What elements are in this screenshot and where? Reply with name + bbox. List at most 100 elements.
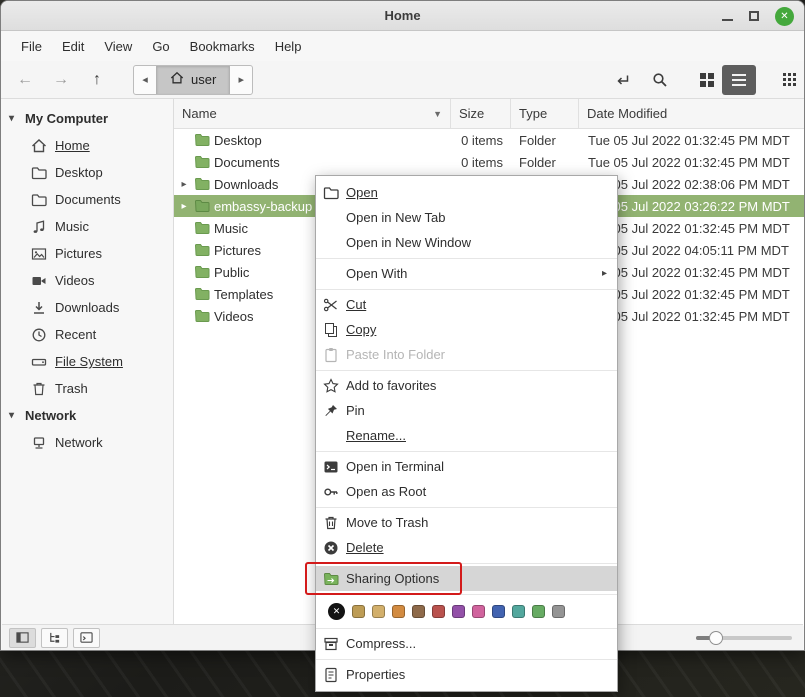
menu-help[interactable]: Help bbox=[265, 34, 312, 59]
section-expander-icon[interactable]: ▾ bbox=[9, 410, 19, 421]
sidebar-item-music[interactable]: Music bbox=[1, 213, 173, 240]
folder-color-swatch[interactable] bbox=[512, 605, 525, 618]
column-header-size[interactable]: Size bbox=[451, 99, 511, 128]
sidebar-item-label: Network bbox=[55, 435, 103, 450]
menu-item-open-with[interactable]: Open With ▸ bbox=[316, 261, 617, 286]
menu-bookmarks[interactable]: Bookmarks bbox=[180, 34, 265, 59]
section-expander-icon[interactable]: ▾ bbox=[9, 113, 19, 124]
sidebar-item-network[interactable]: Network bbox=[1, 429, 173, 456]
menu-item-label: Open in New Window bbox=[346, 235, 471, 250]
back-button[interactable]: ← bbox=[9, 65, 41, 95]
file-name: Downloads bbox=[214, 177, 278, 192]
menu-item-open-in-terminal[interactable]: Open in Terminal bbox=[316, 454, 617, 479]
file-row-documents[interactable]: Documents 0 items Folder Tue 05 Jul 2022… bbox=[174, 151, 804, 173]
path-scroll-left-button[interactable]: ◂ bbox=[134, 66, 156, 94]
sidebar-item-videos[interactable]: Videos bbox=[1, 267, 173, 294]
sidebar-item-home[interactable]: Home bbox=[1, 132, 173, 159]
sidebar-item-label: Desktop bbox=[55, 165, 103, 180]
menu-item-rename[interactable]: Rename... bbox=[316, 423, 617, 448]
menu-item-copy[interactable]: Copy bbox=[316, 317, 617, 342]
section-label: My Computer bbox=[25, 111, 108, 126]
menu-view[interactable]: View bbox=[94, 34, 142, 59]
sidebar-section-my-computer[interactable]: ▾ My Computer bbox=[1, 105, 173, 132]
pin-icon bbox=[323, 403, 339, 419]
menu-separator bbox=[316, 594, 617, 595]
compact-view-button[interactable] bbox=[762, 65, 796, 95]
folder-color-swatch[interactable] bbox=[452, 605, 465, 618]
menu-item-open-in-new-window[interactable]: Open in New Window bbox=[316, 230, 617, 255]
toolbar: ← → ↑ ◂ user ▸ bbox=[1, 61, 804, 99]
folder-color-swatch[interactable] bbox=[472, 605, 485, 618]
column-header-name[interactable]: Name ▼ bbox=[174, 99, 451, 128]
sidebar-item-downloads[interactable]: Downloads bbox=[1, 294, 173, 321]
menu-item-open[interactable]: Open bbox=[316, 180, 617, 205]
folder-color-swatch[interactable] bbox=[352, 605, 365, 618]
expander-icon[interactable]: ▸ bbox=[178, 179, 190, 190]
zoom-slider-handle[interactable] bbox=[709, 631, 723, 645]
menu-item-label: Properties bbox=[346, 667, 405, 682]
sidebar-section-network[interactable]: ▾ Network bbox=[1, 402, 173, 429]
expander-icon[interactable]: ▸ bbox=[178, 201, 190, 212]
menu-item-open-in-new-tab[interactable]: Open in New Tab bbox=[316, 205, 617, 230]
sidebar-item-trash[interactable]: Trash bbox=[1, 375, 173, 402]
list-view-button[interactable] bbox=[722, 65, 756, 95]
sidebar-item-pictures[interactable]: Pictures bbox=[1, 240, 173, 267]
folder-color-swatch[interactable] bbox=[412, 605, 425, 618]
menu-separator bbox=[316, 289, 617, 290]
menu-item-pin[interactable]: Pin bbox=[316, 398, 617, 423]
search-button[interactable] bbox=[644, 65, 676, 95]
folder-color-swatch[interactable] bbox=[392, 605, 405, 618]
folder-color-swatch[interactable] bbox=[532, 605, 545, 618]
menu-item-move-to-trash[interactable]: Move to Trash bbox=[316, 510, 617, 535]
file-row-desktop[interactable]: Desktop 0 items Folder Tue 05 Jul 2022 0… bbox=[174, 129, 804, 151]
clear-folder-color-button[interactable]: ✕ bbox=[328, 603, 345, 620]
minimize-button[interactable] bbox=[722, 18, 733, 21]
maximize-button[interactable] bbox=[749, 11, 759, 21]
folder-color-swatch[interactable] bbox=[492, 605, 505, 618]
menu-item-cut[interactable]: Cut bbox=[316, 292, 617, 317]
folder-color-swatch[interactable] bbox=[432, 605, 445, 618]
toggle-location-entry-button[interactable] bbox=[606, 65, 638, 95]
path-segment-user[interactable]: user bbox=[156, 66, 230, 94]
archive-icon bbox=[323, 636, 339, 652]
path-scroll-right-button[interactable]: ▸ bbox=[230, 66, 252, 94]
folder-color-swatch[interactable] bbox=[372, 605, 385, 618]
column-header-date-modified[interactable]: Date Modified bbox=[579, 99, 804, 128]
forward-button[interactable]: → bbox=[45, 65, 77, 95]
icon-view-button[interactable] bbox=[682, 65, 716, 95]
menu-item-sharing-options[interactable]: Sharing Options bbox=[316, 566, 617, 591]
sidebar-item-recent[interactable]: Recent bbox=[1, 321, 173, 348]
places-sidebar-toggle-button[interactable] bbox=[9, 628, 36, 648]
file-name: embassy-backup bbox=[214, 199, 312, 214]
menu-separator bbox=[316, 507, 617, 508]
trash-icon bbox=[31, 381, 47, 397]
menu-item-add-to-favorites[interactable]: Add to favorites bbox=[316, 373, 617, 398]
terminal-toggle-button[interactable] bbox=[73, 628, 100, 648]
treeview-toggle-button[interactable] bbox=[41, 628, 68, 648]
folder-icon bbox=[194, 286, 210, 302]
close-button[interactable]: ✕ bbox=[775, 7, 794, 26]
up-button[interactable]: ↑ bbox=[81, 65, 113, 95]
sidebar-item-desktop[interactable]: Desktop bbox=[1, 159, 173, 186]
file-name: Public bbox=[214, 265, 249, 280]
sidebar-item-label: Downloads bbox=[55, 300, 119, 315]
menu-item-compress[interactable]: Compress... bbox=[316, 631, 617, 656]
sidebar-item-documents[interactable]: Documents bbox=[1, 186, 173, 213]
menu-item-delete[interactable]: Delete bbox=[316, 535, 617, 560]
sidebar: ▾ My Computer Home Desktop Documents bbox=[1, 99, 174, 626]
zoom-slider[interactable] bbox=[696, 628, 792, 648]
menu-item-label: Open in Terminal bbox=[346, 459, 444, 474]
terminal-icon bbox=[323, 459, 339, 475]
menu-file[interactable]: File bbox=[11, 34, 52, 59]
network-icon bbox=[31, 435, 47, 451]
menu-edit[interactable]: Edit bbox=[52, 34, 94, 59]
column-header-type[interactable]: Type bbox=[511, 99, 579, 128]
menu-go[interactable]: Go bbox=[142, 34, 179, 59]
menu-item-properties[interactable]: Properties bbox=[316, 662, 617, 687]
menu-item-open-as-root[interactable]: Open as Root bbox=[316, 479, 617, 504]
menu-item-label: Open bbox=[346, 185, 378, 200]
folder-color-swatch[interactable] bbox=[552, 605, 565, 618]
titlebar[interactable]: Home ✕ bbox=[1, 1, 804, 31]
sidebar-item-file-system[interactable]: File System bbox=[1, 348, 173, 375]
list-header: Name ▼ Size Type Date Modified bbox=[174, 99, 804, 129]
